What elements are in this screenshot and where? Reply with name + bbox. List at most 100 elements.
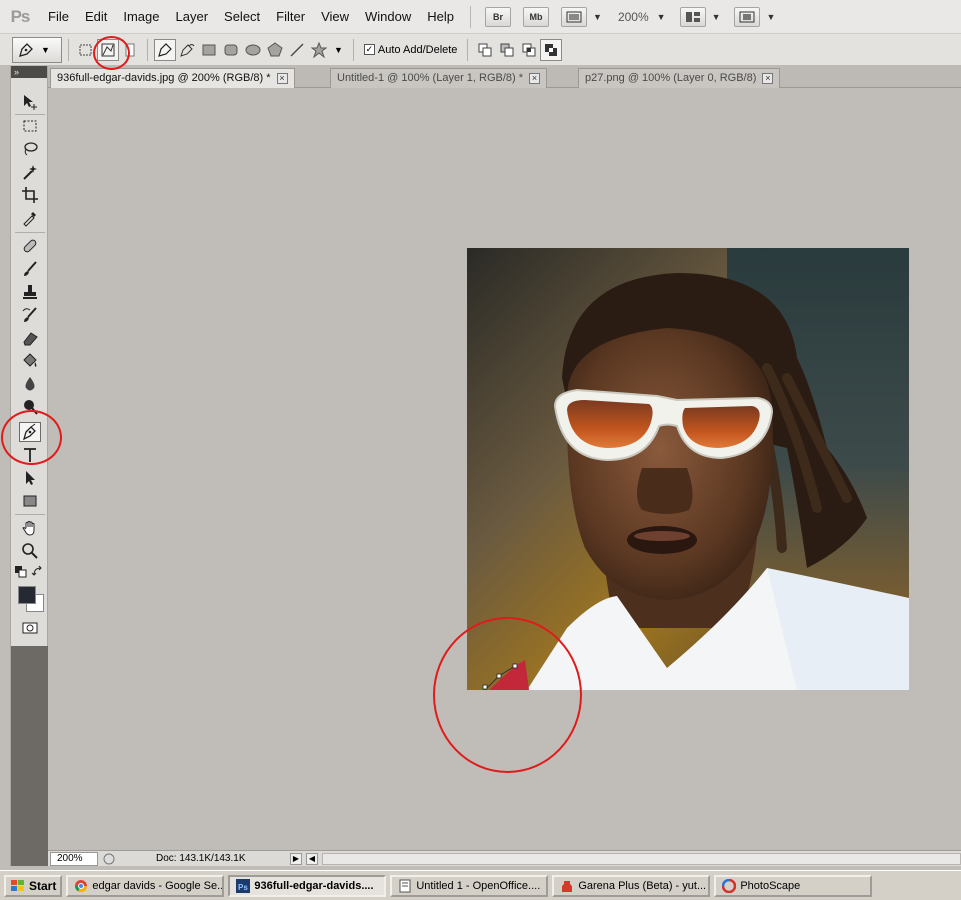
taskbar-item-garena[interactable]: Garena Plus (Beta) - yut... — [552, 874, 711, 897]
blur-tool[interactable] — [19, 374, 41, 394]
menu-help[interactable]: Help — [419, 0, 462, 34]
rounded-rectangle-option[interactable] — [220, 39, 242, 61]
healing-brush-tool[interactable] — [19, 236, 41, 256]
quick-selection-tool[interactable] — [19, 162, 41, 182]
screen-mode-button[interactable] — [734, 6, 761, 27]
tab-document-edgar-davids[interactable]: 936full-edgar-davids.jpg @ 200% (RGB/8) … — [50, 68, 295, 88]
menu-file[interactable]: File — [40, 0, 77, 34]
menu-view[interactable]: View — [313, 0, 357, 34]
foreground-color-swatch[interactable] — [18, 586, 36, 604]
options-divider — [352, 38, 354, 61]
close-icon[interactable]: × — [762, 73, 774, 84]
taskbar-item-photoshop[interactable]: Ps 936full-edgar-davids.... — [228, 874, 387, 897]
path-selection-tool[interactable] — [19, 468, 41, 488]
document-image[interactable] — [467, 248, 909, 690]
close-icon[interactable]: × — [276, 73, 288, 84]
quick-mask-button[interactable] — [19, 618, 41, 638]
path-exclude-button[interactable] — [540, 38, 563, 61]
rectangle-option[interactable] — [198, 39, 220, 61]
polygon-option[interactable] — [264, 39, 286, 61]
brush-icon — [24, 261, 37, 276]
eraser-tool[interactable] — [19, 328, 41, 348]
taskbar-item-photoscape[interactable]: PhotoScape — [714, 874, 873, 897]
freeform-pen-option[interactable] — [176, 39, 198, 61]
photoshop-window: Ps File Edit Image Layer Select Filter V… — [0, 0, 961, 900]
pen-tool-icon — [158, 42, 172, 57]
view-extras-button[interactable] — [561, 6, 588, 27]
line-option[interactable] — [286, 39, 308, 61]
zoom-level-dropdown[interactable]: 200% — [618, 10, 649, 24]
ellipse-option[interactable] — [242, 39, 264, 61]
chevron-down-icon[interactable]: ▼ — [766, 12, 775, 22]
swap-colors-button[interactable] — [31, 565, 45, 579]
status-bar: 200% Doc: 143.1K/143.1K ▶ ◀ — [48, 850, 961, 866]
start-button[interactable]: Start — [4, 874, 63, 897]
type-tool[interactable] — [19, 445, 41, 465]
arrange-documents-button[interactable] — [679, 6, 706, 27]
custom-shape-option[interactable] — [308, 39, 330, 61]
taskbar-item-label: 936full-edgar-davids.... — [254, 879, 374, 892]
paint-bucket-tool[interactable] — [19, 351, 41, 371]
tools-panel-header[interactable]: » — [11, 66, 47, 78]
paths-mode-button[interactable] — [97, 38, 119, 61]
lasso-tool[interactable] — [19, 139, 41, 159]
horizontal-scrollbar[interactable] — [322, 852, 961, 865]
rectangular-marquee-icon — [23, 120, 37, 132]
path-add-button[interactable] — [474, 39, 496, 61]
default-colors-button[interactable] — [14, 565, 28, 579]
menu-select[interactable]: Select — [216, 0, 268, 34]
shape-layers-mode-button[interactable] — [75, 39, 97, 61]
clone-stamp-tool[interactable] — [19, 282, 41, 302]
brush-tool[interactable] — [19, 259, 41, 279]
auto-add-delete-checkbox[interactable]: ✓ Auto Add/Delete — [363, 44, 457, 56]
chevron-down-icon[interactable]: ▼ — [712, 12, 721, 22]
chevron-down-icon[interactable]: ▼ — [593, 12, 602, 22]
path-intersect-button[interactable] — [518, 39, 540, 61]
document-canvas[interactable] — [48, 88, 961, 850]
zoom-field[interactable]: 200% — [50, 851, 98, 866]
taskbar-item-chrome[interactable]: edgar davids - Google Se... — [66, 874, 225, 897]
menu-edit[interactable]: Edit — [77, 0, 115, 34]
rounded-rectangle-icon — [224, 44, 238, 55]
swap-arrows-icon — [31, 565, 42, 576]
eraser-icon — [23, 332, 38, 346]
dodge-tool[interactable] — [19, 397, 41, 417]
fill-pixels-mode-button[interactable] — [119, 39, 141, 61]
path-subtract-button[interactable] — [496, 39, 518, 61]
photoshop-icon: Ps — [236, 878, 251, 893]
launch-mini-bridge-button[interactable]: Mb — [523, 6, 550, 27]
options-divider — [68, 38, 69, 61]
launch-bridge-button[interactable]: Br — [485, 6, 512, 27]
menu-layer[interactable]: Layer — [168, 0, 217, 34]
pen-tool-option[interactable] — [154, 38, 176, 61]
zoom-tool[interactable] — [19, 541, 41, 561]
chevron-down-icon[interactable]: ▼ — [657, 12, 666, 22]
rectangle-tool[interactable] — [19, 491, 41, 511]
chevron-down-icon: ▼ — [41, 44, 50, 55]
menu-window[interactable]: Window — [357, 0, 419, 34]
move-tool[interactable] — [19, 92, 41, 112]
marquee-tool[interactable] — [19, 116, 41, 136]
taskbar-item-openoffice[interactable]: Untitled 1 - OpenOffice.... — [390, 874, 549, 897]
status-info-icon[interactable] — [102, 852, 116, 866]
menu-image[interactable]: Image — [115, 0, 167, 34]
chevron-down-icon[interactable]: ▼ — [334, 45, 343, 55]
pen-tool-icon — [19, 42, 33, 57]
tab-document-untitled-1[interactable]: Untitled-1 @ 100% (Layer 1, RGB/8) * × — [330, 68, 548, 88]
status-menu-button[interactable]: ▶ — [290, 852, 302, 865]
crop-tool[interactable] — [19, 185, 41, 205]
eyedropper-tool[interactable] — [19, 208, 41, 228]
tab-document-p27[interactable]: p27.png @ 100% (Layer 0, RGB/8) × — [578, 68, 781, 88]
circle-icon — [103, 853, 115, 864]
hand-tool[interactable] — [19, 518, 41, 538]
tools-panel-empty-area — [11, 646, 49, 866]
history-brush-tool[interactable] — [19, 305, 41, 325]
tab-label: p27.png @ 100% (Layer 0, RGB/8) — [585, 72, 757, 84]
menu-filter[interactable]: Filter — [268, 0, 313, 34]
tool-preset-picker[interactable]: ▼ — [12, 36, 62, 63]
scroll-left-button[interactable]: ◀ — [306, 852, 318, 865]
pen-tool[interactable] — [19, 422, 41, 442]
close-icon[interactable]: × — [529, 73, 541, 84]
svg-text:Ps: Ps — [238, 883, 248, 892]
checkbox-box[interactable]: ✓ — [363, 44, 375, 55]
